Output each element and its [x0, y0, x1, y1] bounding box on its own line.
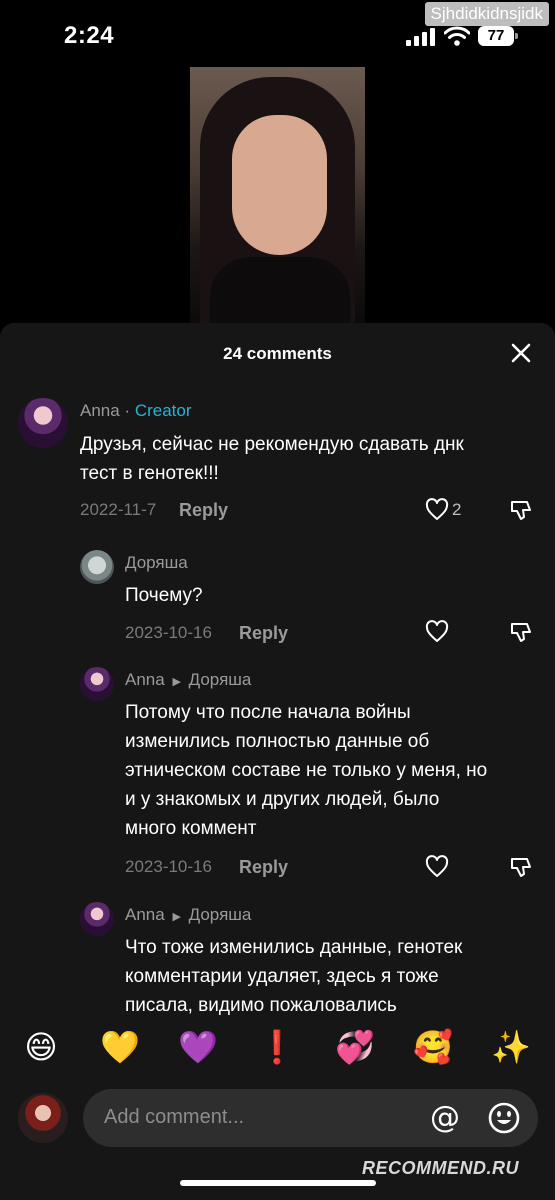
reply-button[interactable]: Reply [239, 623, 288, 644]
emoji-grinning[interactable]: 😄 [19, 1028, 63, 1066]
reply-to-name[interactable]: Доряша [189, 670, 252, 689]
comment-date: 2023-10-16 [125, 857, 212, 876]
emoji-purple-heart[interactable]: 💜 [176, 1028, 220, 1066]
avatar[interactable] [18, 398, 68, 448]
comment-author: Anna ▶ Доряша [125, 905, 251, 925]
comment-input-placeholder[interactable]: Add comment... [104, 1106, 244, 1129]
dislike-icon[interactable] [509, 620, 533, 644]
comment-text: Почему? [125, 585, 203, 606]
emoji-picker-icon[interactable] [487, 1101, 521, 1135]
status-time: 2:24 [64, 22, 115, 49]
my-avatar[interactable] [18, 1093, 68, 1143]
watermark-text: Sjhdidkidnsjidk [424, 2, 549, 26]
dislike-icon[interactable] [509, 498, 533, 522]
reply-button[interactable]: Reply [179, 500, 228, 521]
site-watermark-logo: RECOMMEND.RU [362, 1158, 519, 1178]
emoji-sparkles[interactable]: ✨ [489, 1028, 533, 1066]
author-name[interactable]: Anna [125, 905, 165, 924]
creator-badge: Creator [134, 401, 192, 420]
comment-text: Что тоже изменились данные, генотек комм… [125, 937, 463, 1015]
comment-author[interactable]: Доряша [125, 553, 188, 573]
reply-arrow-icon: ▶ [172, 676, 181, 688]
comments-title: 24 comments [223, 344, 332, 363]
avatar[interactable] [80, 667, 114, 701]
emoji-exclamation[interactable]: ❗ [255, 1028, 299, 1066]
reply-arrow-icon: ▶ [172, 911, 181, 923]
comment-date: 2022-11-7 [80, 500, 157, 519]
home-indicator[interactable] [180, 1180, 376, 1186]
reply-to-name[interactable]: Доряша [189, 905, 252, 924]
heart-icon[interactable] [425, 855, 449, 879]
wifi-icon [444, 26, 470, 46]
heart-icon[interactable] [425, 498, 449, 522]
video-thumbnail[interactable] [190, 67, 365, 325]
comment-text: Потому что после начала войны изменились… [125, 702, 488, 839]
author-name[interactable]: Anna [80, 401, 120, 420]
reply-button[interactable]: Reply [239, 857, 288, 878]
dislike-icon[interactable] [509, 855, 533, 879]
comment-author: Anna · Creator [80, 401, 192, 420]
avatar[interactable] [80, 550, 114, 584]
emoji-yellow-heart[interactable]: 💛 [98, 1028, 142, 1066]
comment-author: Anna ▶ Доряша [125, 670, 251, 690]
mention-icon[interactable]: @ [430, 1100, 460, 1135]
comment-text: Друзья, сейчас не рекомендую сдавать днк… [80, 434, 464, 484]
like-count: 2 [452, 500, 462, 519]
emoji-smiling-hearts[interactable]: 🥰 [411, 1028, 455, 1066]
signal-icon [406, 28, 435, 46]
heart-icon[interactable] [425, 620, 449, 644]
comment-date: 2023-10-16 [125, 623, 212, 642]
author-name[interactable]: Anna [125, 670, 165, 689]
avatar[interactable] [80, 902, 114, 936]
battery-icon: 77 [478, 26, 518, 46]
close-icon[interactable] [508, 340, 534, 366]
emoji-two-hearts[interactable]: 💞 [333, 1028, 377, 1066]
